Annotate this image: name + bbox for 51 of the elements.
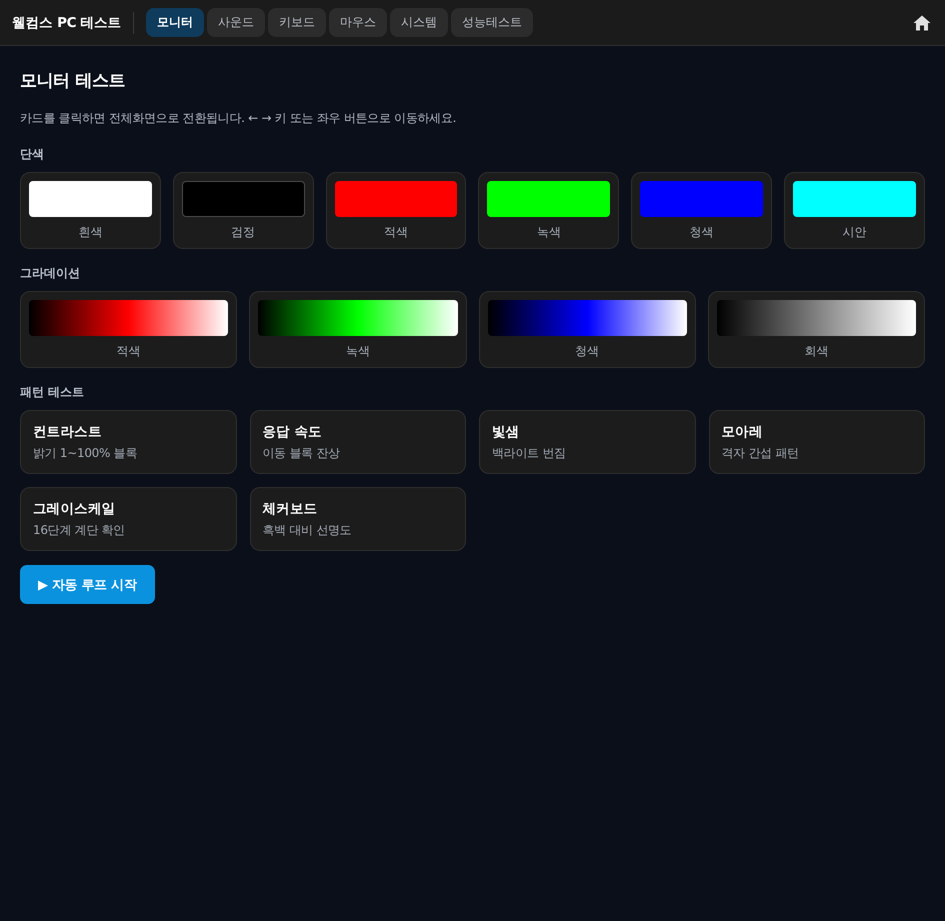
section-heading: 패턴 테스트 bbox=[20, 384, 86, 401]
color-card[interactable]: 시안 bbox=[784, 172, 925, 249]
pattern-description: 밝기 1~100% 블록 bbox=[33, 445, 138, 462]
color-card[interactable]: 녹색 bbox=[478, 172, 620, 249]
app-title: 웰컴스 PC 테스트 bbox=[12, 14, 122, 32]
pattern-description: 16단계 계단 확인 bbox=[33, 522, 126, 539]
gradient-label: 회색 bbox=[803, 343, 830, 360]
section-heading: 단색 bbox=[20, 146, 45, 163]
pattern-card[interactable]: 응답 속도 이동 블록 잔상 bbox=[250, 410, 466, 474]
color-label: 청색 bbox=[688, 224, 715, 241]
pattern-title: 체커보드 bbox=[262, 500, 318, 519]
pattern-card[interactable]: 그레이스케일 16단계 계단 확인 bbox=[20, 487, 236, 551]
pattern-description: 백라이트 번짐 bbox=[492, 445, 567, 462]
color-label: 녹색 bbox=[536, 224, 562, 241]
pattern-title: 컨트라스트 bbox=[33, 423, 103, 442]
nav-tab[interactable]: 성능테스트 bbox=[451, 8, 534, 37]
color-label: 검정 bbox=[230, 224, 256, 241]
color-label: 적색 bbox=[383, 224, 410, 241]
page-title: 모니터 테스트 bbox=[20, 70, 126, 92]
pattern-description: 이동 블록 잔상 bbox=[262, 445, 341, 462]
color-card[interactable]: 적색 bbox=[326, 172, 466, 249]
nav-tab[interactable]: 사운드 bbox=[207, 8, 266, 37]
pattern-card[interactable]: 모아레 격자 간섭 패턴 bbox=[708, 410, 925, 474]
gradient-label: 적색 bbox=[116, 343, 142, 360]
color-label: 흰색 bbox=[77, 224, 104, 241]
nav-tab[interactable]: 모니터 bbox=[146, 8, 204, 37]
pattern-title: 응답 속도 bbox=[262, 423, 323, 442]
pattern-description: 격자 간섭 패턴 bbox=[722, 445, 800, 462]
nav-tab[interactable]: 키보드 bbox=[268, 8, 326, 37]
gradient-card[interactable]: 녹색 bbox=[249, 291, 466, 368]
pattern-card[interactable]: 체커보드 흑백 대비 선명도 bbox=[250, 487, 466, 551]
pattern-card[interactable]: 빛샘 백라이트 번짐 bbox=[479, 410, 696, 474]
pattern-description: 흑백 대비 선명도 bbox=[262, 522, 352, 539]
page-description: 카드를 클릭하면 전체화면으로 전환됩니다. ← → 키 또는 좌우 버튼으로 이동하세요. bbox=[20, 110, 458, 127]
pattern-title: 그레이스케일 bbox=[33, 500, 116, 519]
home-icon bbox=[913, 14, 931, 30]
color-card[interactable]: 흰색 bbox=[20, 172, 161, 249]
color-label: 시안 bbox=[842, 224, 868, 241]
color-card[interactable]: 검정 bbox=[172, 172, 314, 249]
gradient-card[interactable]: 회색 bbox=[708, 291, 925, 368]
gradient-label: 녹색 bbox=[344, 343, 371, 360]
section-heading: 그라데이션 bbox=[20, 265, 81, 282]
pattern-title: 빛샘 bbox=[492, 423, 520, 442]
nav-tab[interactable]: 마우스 bbox=[329, 8, 388, 37]
pattern-title: 모아레 bbox=[722, 423, 764, 442]
gradient-card[interactable]: 적색 bbox=[20, 291, 238, 368]
nav-tab[interactable]: 시스템 bbox=[390, 8, 448, 37]
gradient-label: 청색 bbox=[574, 343, 600, 360]
pattern-card[interactable]: 컨트라스트 밝기 1~100% 블록 bbox=[20, 410, 236, 474]
color-card[interactable]: 청색 bbox=[631, 172, 772, 249]
gradient-card[interactable]: 청색 bbox=[478, 291, 696, 368]
